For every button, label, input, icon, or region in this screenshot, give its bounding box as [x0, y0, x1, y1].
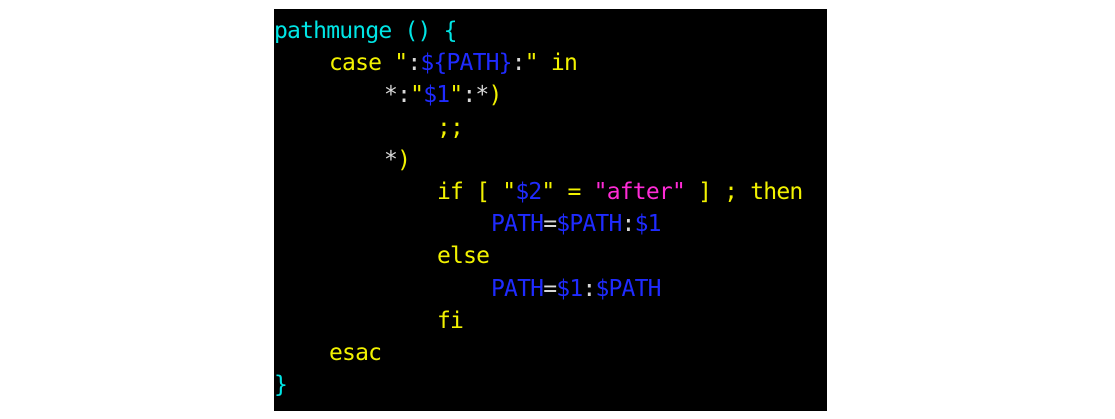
else-keyword: else: [437, 243, 490, 270]
wildcard: *: [384, 82, 398, 109]
equals-operator: =: [554, 178, 594, 205]
code-line-11: esac: [274, 337, 802, 369]
function-declaration: pathmunge () {: [274, 18, 457, 44]
code-block: pathmunge () {case ":${PATH}:" in *:"$1":…: [274, 15, 803, 401]
colon: :: [407, 50, 421, 77]
paren: ): [488, 82, 502, 109]
path-assignment: PATH: [491, 211, 544, 238]
code-line-5: *): [274, 144, 802, 176]
closing-brace: }: [274, 372, 288, 399]
terminal-window[interactable]: pathmunge () {case ":${PATH}:" in *:"$1":…: [274, 9, 827, 411]
then-keyword: ] ; then: [685, 178, 803, 205]
code-line-12: }: [274, 369, 802, 401]
quote: ": [502, 178, 516, 205]
quote: ": [671, 178, 686, 205]
quote: ": [449, 82, 463, 109]
arg2-variable: $2: [515, 178, 542, 205]
quote: ": [394, 50, 408, 77]
code-line-9: PATH=$1:$PATH: [274, 273, 802, 305]
code-line-10: fi: [274, 305, 802, 337]
colon: :: [621, 211, 636, 238]
case-keyword: case: [329, 50, 395, 77]
quote: ": [410, 82, 424, 109]
colon: :: [462, 82, 476, 109]
path-assignment: PATH: [491, 275, 544, 302]
paren: ): [397, 146, 411, 173]
in-keyword: in: [537, 50, 578, 77]
assign-operator: =: [543, 275, 557, 302]
code-line-4: ;;: [274, 112, 802, 144]
code-line-6: if [ "$2" = "after" ] ; then: [274, 176, 803, 208]
arg1-variable: $1: [423, 82, 450, 109]
quote: ": [593, 178, 608, 205]
quote: ": [524, 50, 539, 77]
code-line-2: case ":${PATH}:" in: [274, 47, 802, 79]
code-line-3: *:"$1":*): [274, 79, 802, 111]
colon: :: [511, 50, 526, 77]
path-variable: $PATH: [556, 211, 622, 238]
arg1-variable: $1: [556, 275, 583, 302]
arg1-variable: $1: [634, 211, 662, 238]
if-keyword: if [: [437, 178, 503, 205]
colon: :: [582, 275, 596, 302]
quote: ": [541, 178, 555, 205]
code-line-8: else: [274, 240, 802, 272]
path-variable: $PATH: [595, 275, 661, 302]
after-string: after: [606, 178, 673, 205]
fi-keyword: fi: [437, 307, 464, 334]
wildcard: *: [475, 82, 489, 109]
colon: :: [397, 82, 411, 109]
esac-keyword: esac: [329, 339, 382, 366]
wildcard: *: [384, 146, 398, 173]
code-line-1: pathmunge () {: [274, 15, 802, 47]
code-line-7: PATH=$PATH:$1: [274, 208, 802, 240]
case-terminator: ;;: [437, 114, 464, 141]
assign-operator: =: [543, 211, 557, 238]
path-variable: ${PATH}: [420, 50, 512, 77]
